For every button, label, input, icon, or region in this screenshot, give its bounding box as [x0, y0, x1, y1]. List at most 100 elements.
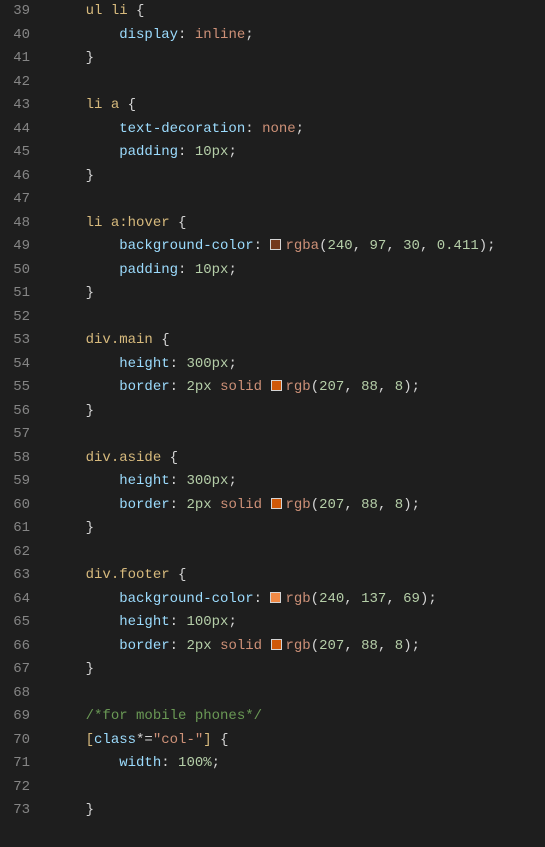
token-num: 0.411 — [437, 238, 479, 254]
line-number: 45 — [0, 141, 30, 165]
token-punc: ( — [311, 497, 319, 513]
code-line[interactable]: } — [52, 47, 545, 71]
code-line[interactable]: ul li { — [52, 0, 545, 24]
code-line[interactable] — [52, 306, 545, 330]
token-brace: } — [86, 520, 94, 536]
token-brace: } — [86, 285, 94, 301]
token-val: none — [262, 121, 296, 137]
token-val: inline — [195, 27, 245, 43]
token-prop: height — [119, 356, 169, 372]
line-number: 41 — [0, 47, 30, 71]
code-line[interactable]: padding: 10px; — [52, 141, 545, 165]
color-swatch-icon[interactable] — [270, 239, 281, 250]
token-colon: : — [178, 144, 195, 160]
line-number: 72 — [0, 776, 30, 800]
token-punc: , — [344, 497, 361, 513]
token-num: 88 — [361, 638, 378, 654]
token-punc — [212, 379, 220, 395]
code-line[interactable]: li a:hover { — [52, 212, 545, 236]
token-num: 300px — [186, 356, 228, 372]
line-number: 67 — [0, 658, 30, 682]
code-line[interactable]: height: 300px; — [52, 470, 545, 494]
code-line[interactable]: } — [52, 517, 545, 541]
code-area[interactable]: ul li { display: inline; } li a { text-d… — [42, 0, 545, 823]
token-punc: ; — [212, 755, 220, 771]
code-line[interactable]: border: 2px solid rgb(207, 88, 8); — [52, 635, 545, 659]
line-number: 54 — [0, 353, 30, 377]
token-num: 10px — [195, 144, 229, 160]
code-line[interactable] — [52, 423, 545, 447]
code-line[interactable]: } — [52, 400, 545, 424]
token-punc: ( — [311, 591, 319, 607]
token-punc: , — [386, 591, 403, 607]
code-line[interactable]: border: 2px solid rgb(207, 88, 8); — [52, 376, 545, 400]
token-sel: li — [86, 97, 111, 113]
code-editor[interactable]: 3940414243444546474849505152535455565758… — [0, 0, 545, 823]
code-line[interactable]: } — [52, 658, 545, 682]
code-line[interactable]: } — [52, 165, 545, 189]
token-num: 207 — [319, 497, 344, 513]
token-punc: ; — [228, 144, 236, 160]
color-swatch-icon[interactable] — [271, 498, 282, 509]
token-punc: , — [386, 238, 403, 254]
token-punc: ; — [228, 356, 236, 372]
code-line[interactable]: div.main { — [52, 329, 545, 353]
token-punc — [262, 638, 270, 654]
token-val: solid — [220, 638, 262, 654]
token-brace: } — [86, 50, 94, 66]
code-line[interactable]: background-color: rgba(240, 97, 30, 0.41… — [52, 235, 545, 259]
code-line[interactable] — [52, 188, 545, 212]
token-num: 240 — [319, 591, 344, 607]
code-line[interactable] — [52, 541, 545, 565]
token-punc — [262, 497, 270, 513]
token-num: 8 — [395, 638, 403, 654]
token-colon: : — [170, 473, 187, 489]
code-line[interactable]: height: 100px; — [52, 611, 545, 635]
token-prop: background-color — [119, 591, 253, 607]
line-number: 60 — [0, 494, 30, 518]
code-line[interactable]: div.footer { — [52, 564, 545, 588]
line-number: 44 — [0, 118, 30, 142]
token-num: 97 — [370, 238, 387, 254]
token-brace: } — [86, 802, 94, 818]
color-swatch-icon[interactable] — [271, 380, 282, 391]
line-number: 68 — [0, 682, 30, 706]
code-line[interactable] — [52, 71, 545, 95]
token-num: 30 — [403, 238, 420, 254]
code-line[interactable]: div.aside { — [52, 447, 545, 471]
token-comment: /*for mobile phones*/ — [86, 708, 262, 724]
token-punc: ; — [428, 591, 436, 607]
code-line[interactable]: [class*="col-"] { — [52, 729, 545, 753]
token-sel: .aside — [111, 450, 170, 466]
token-punc: ( — [311, 379, 319, 395]
token-sel: .footer — [111, 567, 178, 583]
code-line[interactable]: li a { — [52, 94, 545, 118]
line-number: 47 — [0, 188, 30, 212]
code-line[interactable]: padding: 10px; — [52, 259, 545, 283]
token-prop: width — [119, 755, 161, 771]
code-line[interactable]: /*for mobile phones*/ — [52, 705, 545, 729]
code-line[interactable] — [52, 776, 545, 800]
token-num: 2px — [186, 379, 211, 395]
token-sel: li — [111, 3, 136, 19]
code-line[interactable]: border: 2px solid rgb(207, 88, 8); — [52, 494, 545, 518]
token-colon: : — [170, 497, 187, 513]
color-swatch-icon[interactable] — [271, 639, 282, 650]
token-punc: ; — [412, 379, 420, 395]
code-line[interactable]: } — [52, 282, 545, 306]
color-swatch-icon[interactable] — [270, 592, 281, 603]
line-number-gutter: 3940414243444546474849505152535455565758… — [0, 0, 42, 823]
code-line[interactable] — [52, 682, 545, 706]
code-line[interactable]: display: inline; — [52, 24, 545, 48]
token-colon: : — [245, 121, 262, 137]
code-line[interactable]: background-color: rgb(240, 137, 69); — [52, 588, 545, 612]
token-brace: } — [86, 661, 94, 677]
code-line[interactable]: width: 100%; — [52, 752, 545, 776]
token-num: 88 — [361, 379, 378, 395]
line-number: 69 — [0, 705, 30, 729]
code-line[interactable]: text-decoration: none; — [52, 118, 545, 142]
token-punc: ) — [479, 238, 487, 254]
code-line[interactable]: height: 300px; — [52, 353, 545, 377]
token-num: 10px — [195, 262, 229, 278]
code-line[interactable]: } — [52, 799, 545, 823]
